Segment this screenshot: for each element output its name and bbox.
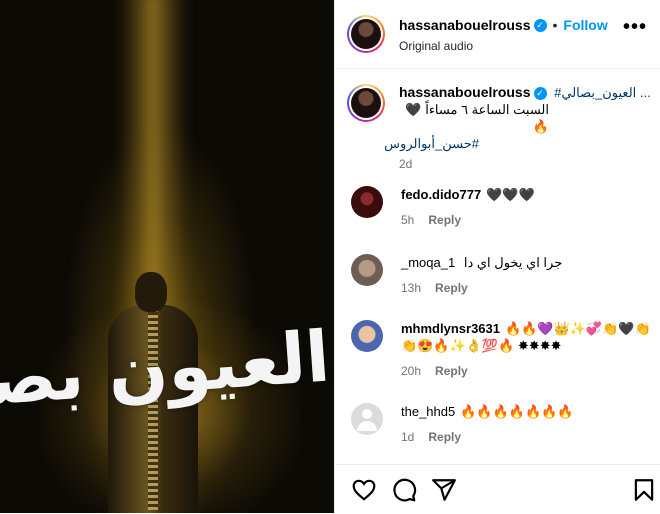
verified-icon: ✓ — [533, 87, 547, 101]
bookmark-icon[interactable] — [631, 477, 657, 503]
reply-button[interactable]: Reply — [435, 281, 468, 295]
original-audio-link[interactable]: Original audio — [399, 39, 473, 53]
caption-hashtag-line[interactable]: #العيون_بصالي ... — [554, 85, 651, 100]
reply-button[interactable]: Reply — [435, 364, 468, 378]
action-bar — [335, 464, 660, 514]
post-side-panel: hassanabouelrouss ✓ • Follow Original audio… — [334, 0, 660, 513]
caption-time: 2d — [399, 157, 413, 171]
comment-text: جرا اي يخول اي دا — [463, 255, 563, 270]
comment-text: 🔥🔥🔥🔥🔥🔥🔥 — [460, 404, 574, 419]
reply-button[interactable]: Reply — [428, 213, 461, 227]
comment-time: 13h — [401, 281, 422, 295]
comment-username[interactable]: _moqa_1 — [401, 255, 455, 270]
separator-dot: • — [552, 17, 558, 33]
comment-time: 20h — [401, 364, 422, 378]
share-icon[interactable] — [431, 477, 457, 503]
comment-text: 🖤🖤🖤 — [486, 187, 535, 202]
comment-avatar[interactable] — [351, 320, 383, 352]
post-header: hassanabouelrouss ✓ • Follow Original audio… — [335, 0, 660, 69]
header-username[interactable]: hassanabouelrouss — [399, 17, 531, 33]
performer-head — [135, 272, 167, 312]
comment-time: 5h — [401, 213, 415, 227]
caption-avatar[interactable] — [347, 84, 385, 122]
comment-username[interactable]: the_hhd5 — [401, 404, 455, 419]
comment-icon[interactable] — [391, 477, 417, 503]
reply-button[interactable]: Reply — [428, 430, 461, 444]
comment-time: 1d — [401, 430, 415, 444]
heart-icon[interactable] — [351, 477, 377, 503]
comment-username[interactable]: fedo.dido777 — [401, 187, 481, 202]
comment-avatar[interactable] — [351, 254, 383, 286]
caption-username[interactable]: hassanabouelrouss — [399, 84, 531, 100]
comment-avatar[interactable] — [351, 403, 383, 435]
comment-avatar[interactable] — [351, 186, 383, 218]
post-media[interactable]: العيون بصالي — [0, 0, 334, 513]
verified-icon: ✓ — [533, 19, 547, 33]
follow-button[interactable]: Follow — [563, 17, 607, 33]
caption-hashtag[interactable]: #حسن_أبوالروس — [384, 135, 479, 152]
avatar[interactable] — [347, 15, 385, 53]
caption-text-line: السبت الساعة ٦ مساءاً 🖤🔥 — [405, 102, 549, 134]
more-horizontal-icon[interactable]: ••• — [623, 17, 647, 37]
comment-username[interactable]: mhmdlynsr3631 — [401, 321, 500, 336]
